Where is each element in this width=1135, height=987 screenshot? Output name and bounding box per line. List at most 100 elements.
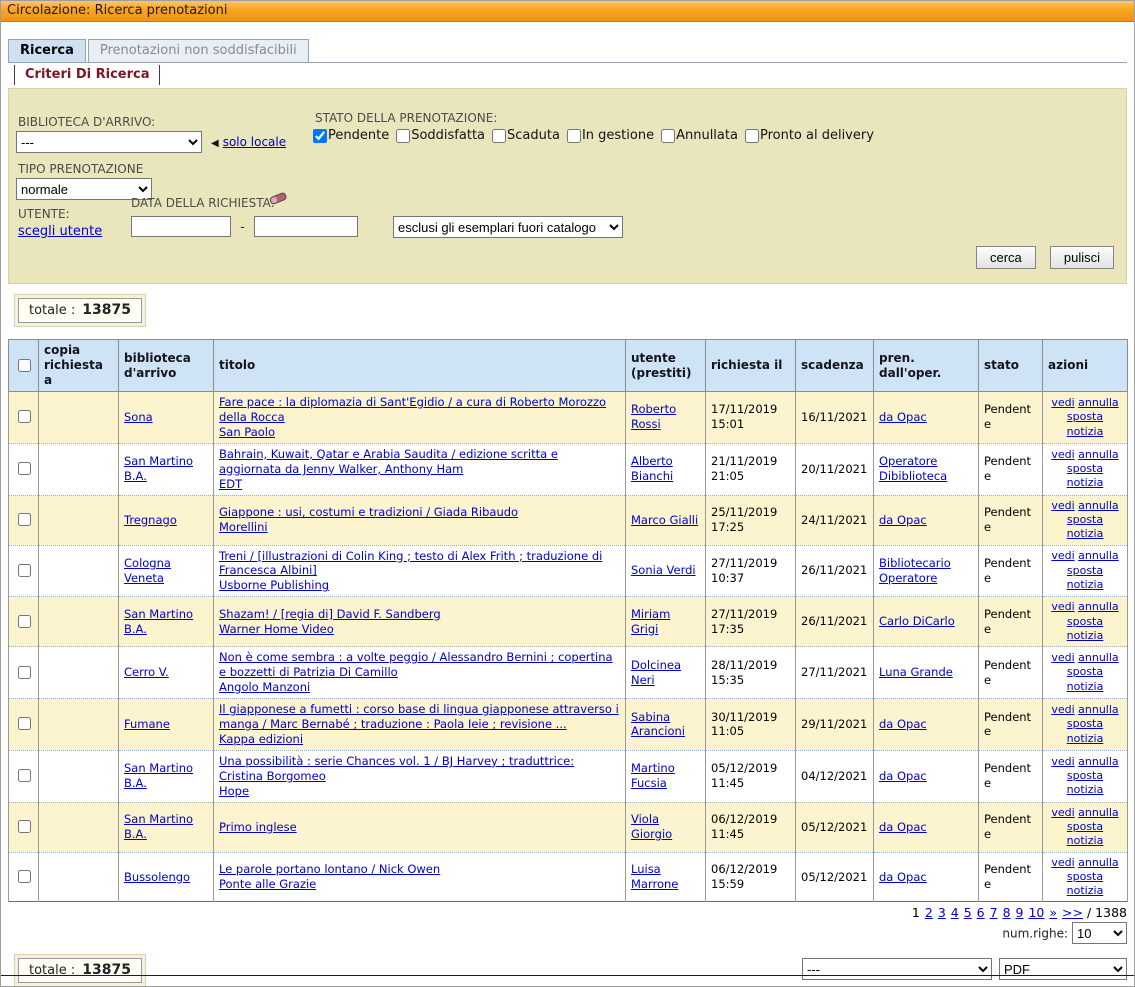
page-link-2[interactable]: 2 [925,905,933,920]
page-link-6[interactable]: 6 [977,905,985,920]
select-all-checkbox[interactable] [18,359,31,372]
scegli-utente-link[interactable]: scegli utente [18,224,102,239]
annulla-link[interactable]: annulla [1078,856,1119,869]
last-page-link[interactable]: >> [1062,905,1083,920]
utente-link[interactable]: Alberto Bianchi [631,454,673,483]
sposta-notizia-link[interactable]: sposta notizia [1067,769,1104,796]
biblioteca-link[interactable]: Bussolengo [124,870,190,884]
biblioteca-link[interactable]: Cologna Veneta [124,556,171,585]
row-checkbox[interactable] [18,513,31,526]
solo-locale-link[interactable]: solo locale [223,135,286,149]
stato-checkbox-annullata[interactable] [661,129,675,143]
utente-link[interactable]: Martino Fucsia [631,761,675,790]
pulisci-button[interactable]: pulisci [1050,246,1114,269]
vedi-link[interactable]: vedi [1051,600,1074,613]
operatore-link[interactable]: da Opac [879,820,927,834]
utente-link[interactable]: Sonia Verdi [631,563,696,577]
sposta-notizia-link[interactable]: sposta notizia [1067,615,1104,642]
biblioteca-arrivo-select[interactable]: --- [16,131,202,153]
title-link[interactable]: Primo inglese [219,820,297,834]
annulla-link[interactable]: annulla [1078,755,1119,768]
utente-link[interactable]: Dolcinea Neri [631,658,681,687]
stato-checkbox-scaduta[interactable] [492,129,506,143]
operatore-link[interactable]: Luna Grande [879,665,953,679]
data-richiesta-to-input[interactable] [254,216,358,237]
utente-link[interactable]: Viola Giorgio [631,812,672,841]
title-link[interactable]: Fare pace : la diplomazia di Sant'Egidio… [219,395,606,424]
operatore-link[interactable]: Carlo DiCarlo [879,614,955,628]
annulla-link[interactable]: annulla [1078,651,1119,664]
tab-prenotazioni-non-soddisfacibili[interactable]: Prenotazioni non soddisfacibili [88,39,309,62]
title-link[interactable]: Una possibilità : serie Chances vol. 1 /… [219,754,574,783]
vedi-link[interactable]: vedi [1051,396,1074,409]
biblioteca-link[interactable]: Cerro V. [124,665,169,679]
utente-link[interactable]: Miriam Grigi [631,607,670,636]
tab-ricerca[interactable]: Ricerca [8,39,86,62]
sposta-notizia-link[interactable]: sposta notizia [1067,410,1104,437]
annulla-link[interactable]: annulla [1078,396,1119,409]
vedi-link[interactable]: vedi [1051,499,1074,512]
page-link-4[interactable]: 4 [951,905,959,920]
operatore-link[interactable]: da Opac [879,870,927,884]
annulla-link[interactable]: annulla [1078,600,1119,613]
row-checkbox[interactable] [18,870,31,883]
annulla-link[interactable]: annulla [1078,499,1119,512]
utente-link[interactable]: Luisa Marrone [631,862,678,891]
biblioteca-link[interactable]: San Martino B.A. [124,761,193,790]
vedi-link[interactable]: vedi [1051,755,1074,768]
operatore-link[interactable]: Operatore Dibiblioteca [879,454,947,483]
biblioteca-link[interactable]: San Martino B.A. [124,812,193,841]
row-checkbox[interactable] [18,564,31,577]
publisher-link[interactable]: Warner Home Video [219,622,334,636]
utente-link[interactable]: Marco Gialli [631,513,698,527]
eraser-icon[interactable] [267,190,289,211]
publisher-link[interactable]: San Paolo [219,425,275,439]
title-link[interactable]: Treni / [illustrazioni di Colin King ; t… [219,549,602,578]
biblioteca-link[interactable]: Sona [124,410,153,424]
cerca-button[interactable]: cerca [976,246,1036,269]
page-link-9[interactable]: 9 [1016,905,1024,920]
row-checkbox[interactable] [18,615,31,628]
vedi-link[interactable]: vedi [1051,549,1074,562]
page-link-7[interactable]: 7 [990,905,998,920]
title-link[interactable]: Le parole portano lontano / Nick Owen [219,862,440,876]
data-richiesta-from-input[interactable] [131,216,231,237]
row-checkbox[interactable] [18,820,31,833]
sposta-notizia-link[interactable]: sposta notizia [1067,665,1104,692]
title-link[interactable]: Shazam! / [regia di] David F. Sandberg [219,607,441,621]
esemplari-catalogo-select[interactable]: esclusi gli esemplari fuori catalogo [393,216,623,238]
vedi-link[interactable]: vedi [1051,703,1074,716]
utente-link[interactable]: Roberto Rossi [631,402,676,431]
stato-checkbox-in-gestione[interactable] [567,129,581,143]
utente-link[interactable]: Sabina Arancioni [631,710,685,739]
sposta-notizia-link[interactable]: sposta notizia [1067,462,1104,489]
title-link[interactable]: Giappone : usi, costumi e tradizioni / G… [219,505,518,519]
title-link[interactable]: Il giapponese a fumetti : corso base di … [219,702,619,731]
sposta-notizia-link[interactable]: sposta notizia [1067,564,1104,591]
vedi-link[interactable]: vedi [1051,448,1074,461]
row-checkbox[interactable] [18,666,31,679]
next-pages-link[interactable]: » [1049,905,1057,920]
stato-checkbox-pendente[interactable] [313,129,327,143]
biblioteca-link[interactable]: San Martino B.A. [124,607,193,636]
publisher-link[interactable]: Hope [219,784,249,798]
vedi-link[interactable]: vedi [1051,856,1074,869]
vedi-link[interactable]: vedi [1051,806,1074,819]
title-link[interactable]: Non è come sembra : a volte peggio / Ale… [219,650,613,679]
annulla-link[interactable]: annulla [1078,448,1119,461]
operatore-link[interactable]: da Opac [879,717,927,731]
vedi-link[interactable]: vedi [1051,651,1074,664]
publisher-link[interactable]: Ponte alle Grazie [219,877,316,891]
biblioteca-link[interactable]: San Martino B.A. [124,454,193,483]
stato-checkbox-soddisfatta[interactable] [396,129,410,143]
title-link[interactable]: Bahrain, Kuwait, Qatar e Arabia Saudita … [219,447,558,476]
row-checkbox[interactable] [18,410,31,423]
publisher-link[interactable]: Morellini [219,520,268,534]
sposta-notizia-link[interactable]: sposta notizia [1067,820,1104,847]
sposta-notizia-link[interactable]: sposta notizia [1067,870,1104,897]
sposta-notizia-link[interactable]: sposta notizia [1067,513,1104,540]
operatore-link[interactable]: Bibliotecario Operatore [879,556,951,585]
biblioteca-link[interactable]: Tregnago [124,513,177,527]
annulla-link[interactable]: annulla [1078,806,1119,819]
page-link-5[interactable]: 5 [964,905,972,920]
